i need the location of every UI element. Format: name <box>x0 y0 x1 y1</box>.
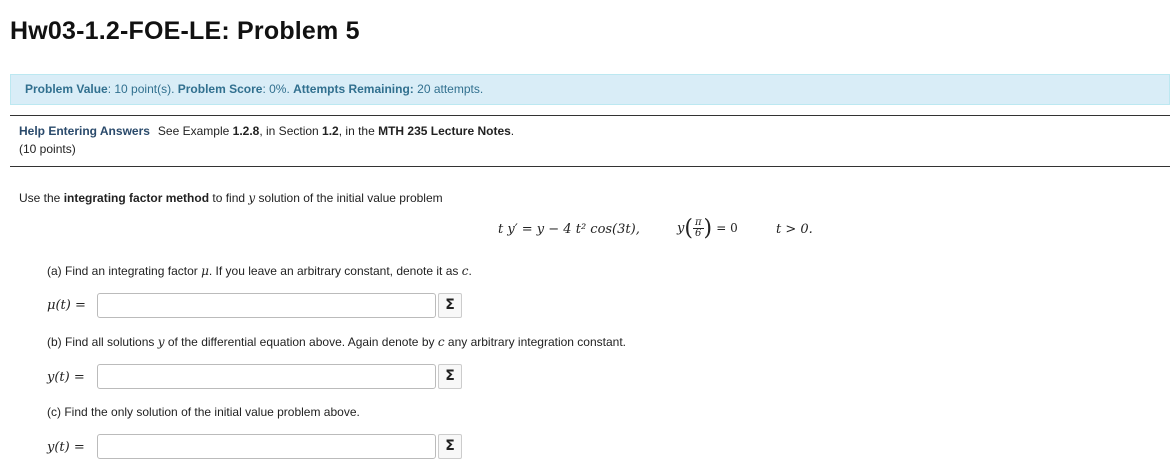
intro-suffix: solution of the initial value problem <box>255 191 443 205</box>
problem-points: (10 points) <box>19 142 76 156</box>
problem-score-label: Problem Score <box>177 82 263 96</box>
part-a-prompt: (a) Find an integrating factor μ. If you… <box>47 264 472 278</box>
help-section: 1.2 <box>322 124 339 138</box>
help-example: 1.2.8 <box>232 124 260 138</box>
part-a-end: . <box>468 264 472 278</box>
problem-intro: Use the integrating factor method to fin… <box>19 191 443 205</box>
ic-fraction: π6 <box>692 218 704 239</box>
domain-condition: t > 0. <box>776 222 813 237</box>
equation-editor-b-button[interactable]: Σ <box>438 364 462 389</box>
problem-value-label: Problem Value <box>25 82 108 96</box>
part-b-end: any arbitrary integration constant. <box>444 335 626 349</box>
help-text-mid: , in Section <box>259 124 323 138</box>
help-entering-answers-link[interactable]: Help Entering Answers <box>19 124 150 138</box>
divider-top <box>10 115 1170 116</box>
answer-c-input[interactable] <box>97 434 436 459</box>
divider-bottom <box>10 166 1170 167</box>
part-b-suffix: of the differential equation above. Agai… <box>164 335 438 349</box>
answer-b-input[interactable] <box>97 364 436 389</box>
part-b-var2: c <box>437 335 445 349</box>
equation-editor-c-button[interactable]: Σ <box>438 434 462 459</box>
differential-equation: t y′ = y − 4 t² cos(3t), <box>498 222 640 237</box>
part-a-prefix: (a) Find an integrating factor <box>47 264 202 278</box>
part-c-prompt: (c) Find the only solution of the initia… <box>47 405 360 419</box>
page-title: Hw03-1.2-FOE-LE: Problem 5 <box>10 17 360 45</box>
help-text-prefix: See Example <box>157 124 233 138</box>
part-b-prompt: (b) Find all solutions y of the differen… <box>47 335 626 349</box>
attempts-remaining-label: Attempts Remaining: <box>293 82 414 96</box>
part-a-suffix: . If you leave an arbitrary constant, de… <box>208 264 462 278</box>
ic-value: = 0 <box>716 221 738 235</box>
ic-den: 6 <box>695 228 702 239</box>
intro-prefix: Use the <box>19 191 64 205</box>
problem-score-text: : 0%. <box>262 82 294 96</box>
ic-close-paren: ) <box>703 216 713 241</box>
answer-a-input[interactable] <box>97 293 436 318</box>
equation-editor-a-button[interactable]: Σ <box>438 293 462 318</box>
help-text-suffix: . <box>510 124 515 138</box>
part-b-prefix: (b) Find all solutions <box>47 335 158 349</box>
problem-info-bar: Problem Value: 10 point(s). Problem Scor… <box>10 74 1170 105</box>
problem-value-text: : 10 point(s). <box>107 82 178 96</box>
attempts-remaining-text: 20 attempts. <box>413 82 484 96</box>
initial-condition: y(π 6) = 0 <box>677 216 738 241</box>
part-a-var: μ <box>201 264 209 278</box>
intro-mid: to find <box>209 191 249 205</box>
answer-a-label: μ(t) = <box>47 298 86 313</box>
intro-bold: integrating factor method <box>63 191 210 205</box>
ic-open-paren: ( <box>684 216 693 241</box>
help-line: Help Entering Answers See Example 1.2.8, … <box>19 124 514 138</box>
answer-c-label: y(t) = <box>47 440 85 455</box>
answer-b-label: y(t) = <box>47 370 85 385</box>
help-text-mid2: , in the <box>338 124 379 138</box>
part-b-var: y <box>157 335 165 349</box>
help-notes: MTH 235 Lecture Notes <box>378 124 511 138</box>
